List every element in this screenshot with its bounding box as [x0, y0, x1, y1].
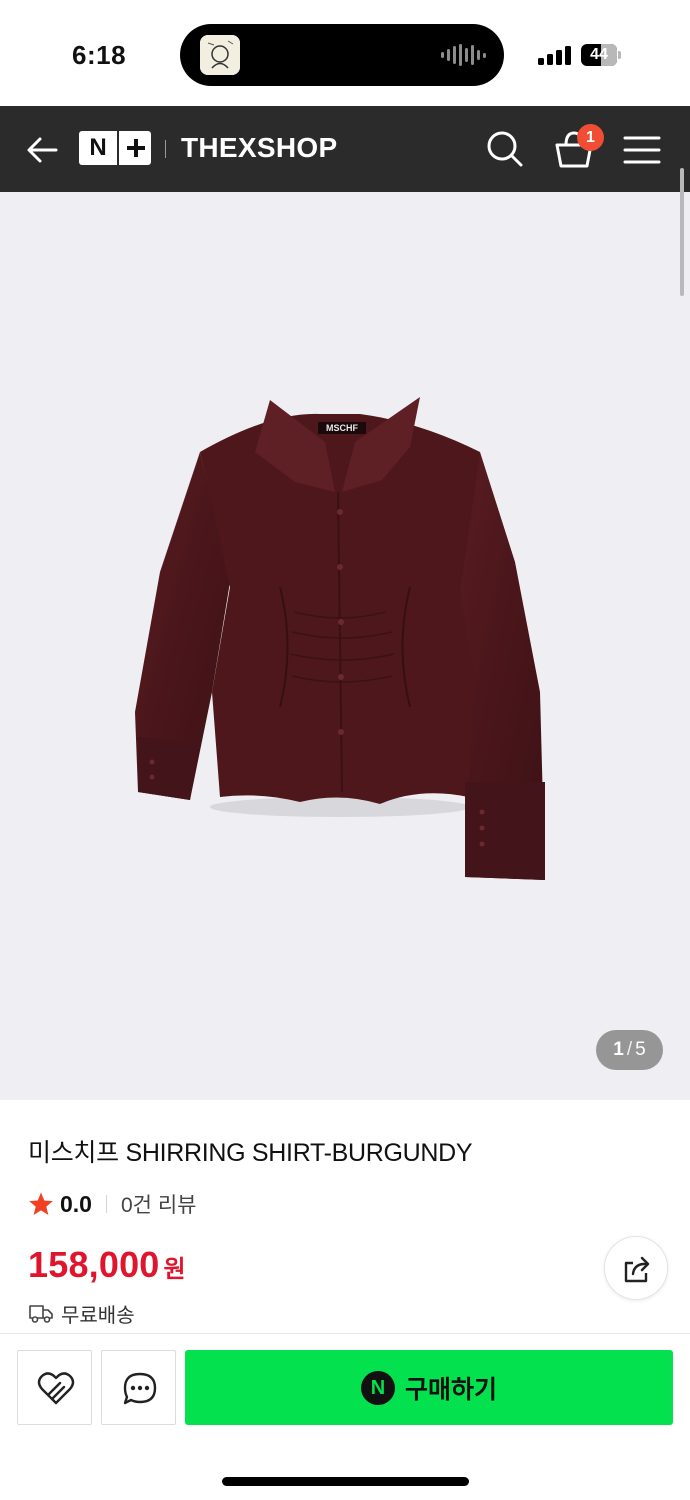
status-bar: 6:18 44 [0, 0, 690, 106]
page-scrollbar[interactable] [680, 168, 684, 296]
rating-value: 0.0 [60, 1190, 92, 1217]
share-button[interactable] [604, 1236, 668, 1300]
naver-plus-logo[interactable]: N [79, 131, 151, 165]
current-page: 1 [613, 1039, 624, 1060]
search-icon [487, 131, 523, 167]
talk-talk-button[interactable] [101, 1350, 176, 1425]
price-row: 158,000 원 [28, 1244, 186, 1286]
product-image: MSCHF [135, 397, 545, 880]
chat-bubble-icon [123, 1372, 157, 1405]
shipping-text: 무료배송 [61, 1304, 135, 1327]
dynamic-island[interactable] [180, 24, 504, 86]
menu-button[interactable] [622, 134, 662, 166]
plus-icon [117, 131, 151, 165]
image-page-indicator: 1/5 [596, 1030, 663, 1070]
shipping-info: 무료배송 [28, 1300, 135, 1327]
home-indicator[interactable] [222, 1477, 469, 1486]
search-button[interactable] [484, 128, 526, 170]
status-time: 6:18 [72, 40, 127, 70]
page-separator: / [626, 1039, 633, 1060]
battery-level: 44 [590, 46, 608, 63]
naver-pay-icon: N [360, 1370, 395, 1405]
like-button[interactable] [17, 1350, 92, 1425]
logo-letter: N [89, 134, 107, 161]
header-divider [165, 140, 166, 158]
bottom-action-bar: N 구매하기 [0, 1333, 690, 1500]
buy-button[interactable]: N 구매하기 [185, 1350, 673, 1425]
audio-waveform-icon [441, 44, 486, 66]
shirt-label: MSCHF [326, 423, 358, 433]
total-pages: 5 [635, 1039, 646, 1060]
heart-icon [37, 1372, 75, 1405]
product-price: 158,000 [28, 1244, 160, 1285]
review-count-link[interactable]: 0건 리뷰 [121, 1189, 196, 1219]
rating-row[interactable]: 0.0 0건 리뷰 [28, 1189, 196, 1219]
cart-count-badge: 1 [577, 124, 604, 151]
battery-icon: 44 [581, 44, 621, 66]
now-playing-thumbnail [200, 35, 240, 75]
share-icon [624, 1256, 650, 1283]
product-image-gallery[interactable]: MSCHF 1/5 [0, 192, 690, 1100]
cellular-signal-icon [538, 45, 571, 65]
rating-divider [105, 1195, 107, 1213]
back-button[interactable] [22, 130, 62, 170]
star-icon [29, 1192, 53, 1215]
back-arrow-icon [27, 137, 58, 163]
price-unit: 원 [163, 1256, 186, 1283]
shop-name[interactable]: THEXSHOP [181, 132, 337, 164]
truck-icon [29, 1305, 53, 1323]
buy-button-label: 구매하기 [404, 1375, 497, 1404]
hamburger-menu-icon [623, 136, 661, 164]
product-title: 미스치프 SHIRRING SHIRT-BURGUNDY [28, 1139, 473, 1167]
